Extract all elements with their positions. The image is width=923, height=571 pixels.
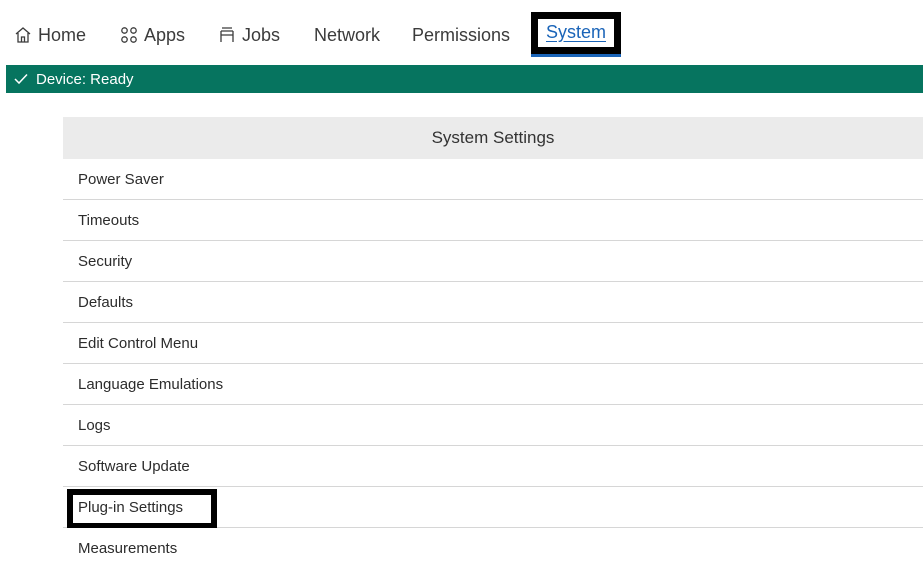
settings-item-label: Security [78, 252, 133, 270]
device-status-bar: Device: Ready [6, 65, 923, 93]
home-icon [14, 26, 32, 44]
settings-item-label: Defaults [78, 293, 134, 311]
settings-item-label: Language Emulations [78, 375, 224, 393]
settings-item-label: Logs [78, 416, 111, 434]
printer-web-admin-page: Home Apps Jobs Network Permissions Syste… [0, 0, 923, 571]
nav-tab-home[interactable]: Home [14, 22, 86, 48]
settings-item-measurements[interactable]: Measurements [63, 528, 923, 569]
top-navigation: Home Apps Jobs Network Permissions Syste… [0, 0, 923, 65]
nav-tab-permissions[interactable]: Permissions [412, 22, 510, 48]
settings-item-label: Software Update [78, 457, 190, 475]
settings-item-label: Edit Control Menu [78, 334, 199, 352]
settings-item-label: Power Saver [78, 170, 164, 188]
settings-item-plug-in-settings[interactable]: Plug-in Settings [63, 487, 923, 529]
nav-tab-network[interactable]: Network [314, 22, 380, 48]
settings-item-label: Measurements [78, 540, 178, 557]
nav-tab-label: Permissions [412, 24, 511, 45]
check-icon [14, 73, 28, 85]
panel-header: System Settings [63, 117, 923, 159]
settings-item-security[interactable]: Security [63, 241, 923, 282]
settings-item-software-update[interactable]: Software Update [63, 446, 923, 487]
settings-item-edit-control-menu[interactable]: Edit Control Menu [63, 323, 923, 364]
settings-item-language-emulations[interactable]: Language Emulations [63, 364, 923, 405]
nav-tab-jobs[interactable]: Jobs [218, 22, 280, 48]
settings-item-label: Plug-in Settings [78, 498, 184, 516]
system-settings-panel: System Settings Power Saver Timeouts Sec… [63, 117, 923, 569]
nav-tab-label: Jobs [242, 24, 281, 45]
nav-tab-label: System [545, 21, 606, 42]
settings-item-logs[interactable]: Logs [63, 405, 923, 446]
jobs-icon [218, 26, 236, 44]
device-status-text: Device: Ready [36, 70, 134, 88]
nav-tab-label: Home [38, 24, 87, 45]
settings-item-power-saver[interactable]: Power Saver [63, 159, 923, 200]
active-tab-indicator [531, 54, 621, 57]
nav-tab-label: Network [314, 24, 381, 45]
nav-tab-apps[interactable]: Apps [120, 22, 185, 48]
apps-icon [120, 26, 138, 44]
settings-item-label: Timeouts [78, 211, 140, 229]
panel-title: System Settings [431, 128, 555, 147]
nav-tab-label: Apps [144, 24, 186, 45]
nav-tab-system[interactable]: System [531, 12, 621, 54]
settings-item-timeouts[interactable]: Timeouts [63, 200, 923, 241]
settings-item-defaults[interactable]: Defaults [63, 282, 923, 323]
